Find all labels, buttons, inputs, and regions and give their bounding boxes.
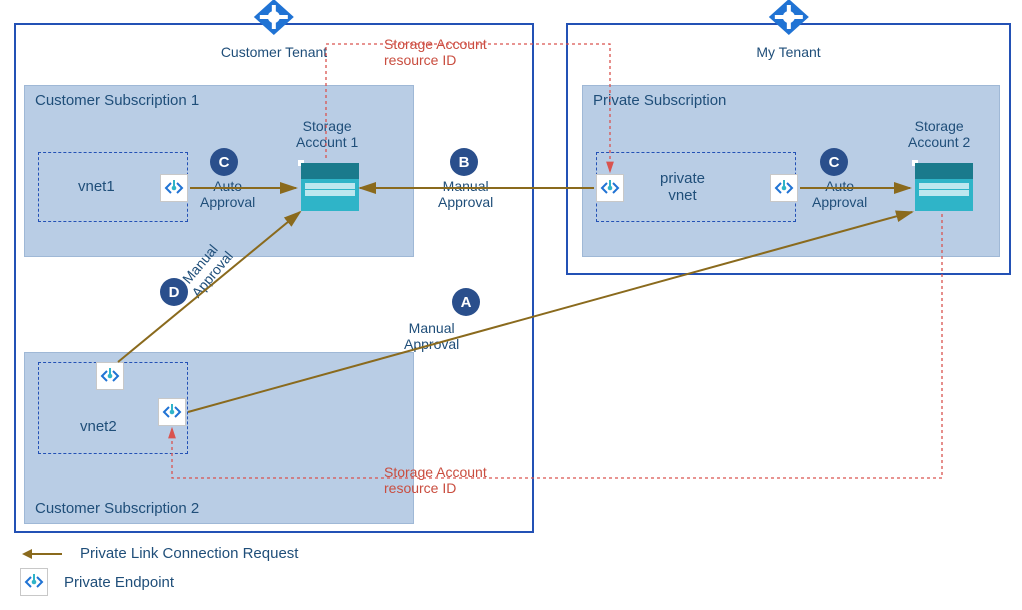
badge-c: C bbox=[210, 148, 238, 176]
storage-account-1-icon bbox=[298, 160, 304, 166]
private-endpoint-icon bbox=[596, 174, 624, 202]
badge-a: A bbox=[452, 288, 480, 316]
auto-approval-label: Auto Approval bbox=[812, 178, 867, 210]
azure-ad-icon bbox=[250, 0, 298, 37]
legend-connection-label: Private Link Connection Request bbox=[80, 545, 298, 562]
private-endpoint-icon bbox=[158, 398, 186, 426]
manual-approval-label-a: Manual Approval bbox=[404, 320, 459, 352]
badge-b: B bbox=[450, 148, 478, 176]
vnet1-label: vnet1 bbox=[78, 178, 115, 195]
vnet2-label: vnet2 bbox=[80, 418, 117, 435]
auto-approval-label: Auto Approval bbox=[200, 178, 255, 210]
legend-endpoint: Private Endpoint bbox=[20, 568, 298, 596]
manual-approval-label: Manual Approval bbox=[438, 178, 493, 210]
my-tenant-badge: My Tenant bbox=[756, 0, 820, 60]
my-tenant-label: My Tenant bbox=[756, 44, 820, 60]
private-endpoint-icon bbox=[770, 174, 798, 202]
badge-c: C bbox=[820, 148, 848, 176]
sub-title-cust2: Customer Subscription 2 bbox=[35, 500, 199, 517]
azure-ad-icon bbox=[765, 0, 813, 37]
legend: Private Link Connection Request Private … bbox=[20, 539, 298, 602]
private-vnet-label: private vnet bbox=[660, 170, 705, 204]
resource-id-label: Storage Account resource ID bbox=[384, 464, 487, 496]
resource-id-label: Storage Account resource ID bbox=[384, 36, 487, 68]
private-endpoint-icon bbox=[96, 362, 124, 390]
storage2-label: Storage Account 2 bbox=[908, 118, 970, 150]
legend-endpoint-label: Private Endpoint bbox=[64, 574, 174, 591]
private-endpoint-icon bbox=[160, 174, 188, 202]
storage1-label: Storage Account 1 bbox=[296, 118, 358, 150]
customer-tenant-label: Customer Tenant bbox=[221, 44, 327, 60]
customer-tenant-badge: Customer Tenant bbox=[221, 0, 327, 60]
sub-title-private: Private Subscription bbox=[593, 92, 726, 109]
private-endpoint-icon bbox=[20, 568, 48, 596]
sub-title-cust1: Customer Subscription 1 bbox=[35, 92, 199, 109]
storage-account-2-icon bbox=[912, 160, 918, 166]
legend-connection: Private Link Connection Request bbox=[20, 545, 298, 562]
